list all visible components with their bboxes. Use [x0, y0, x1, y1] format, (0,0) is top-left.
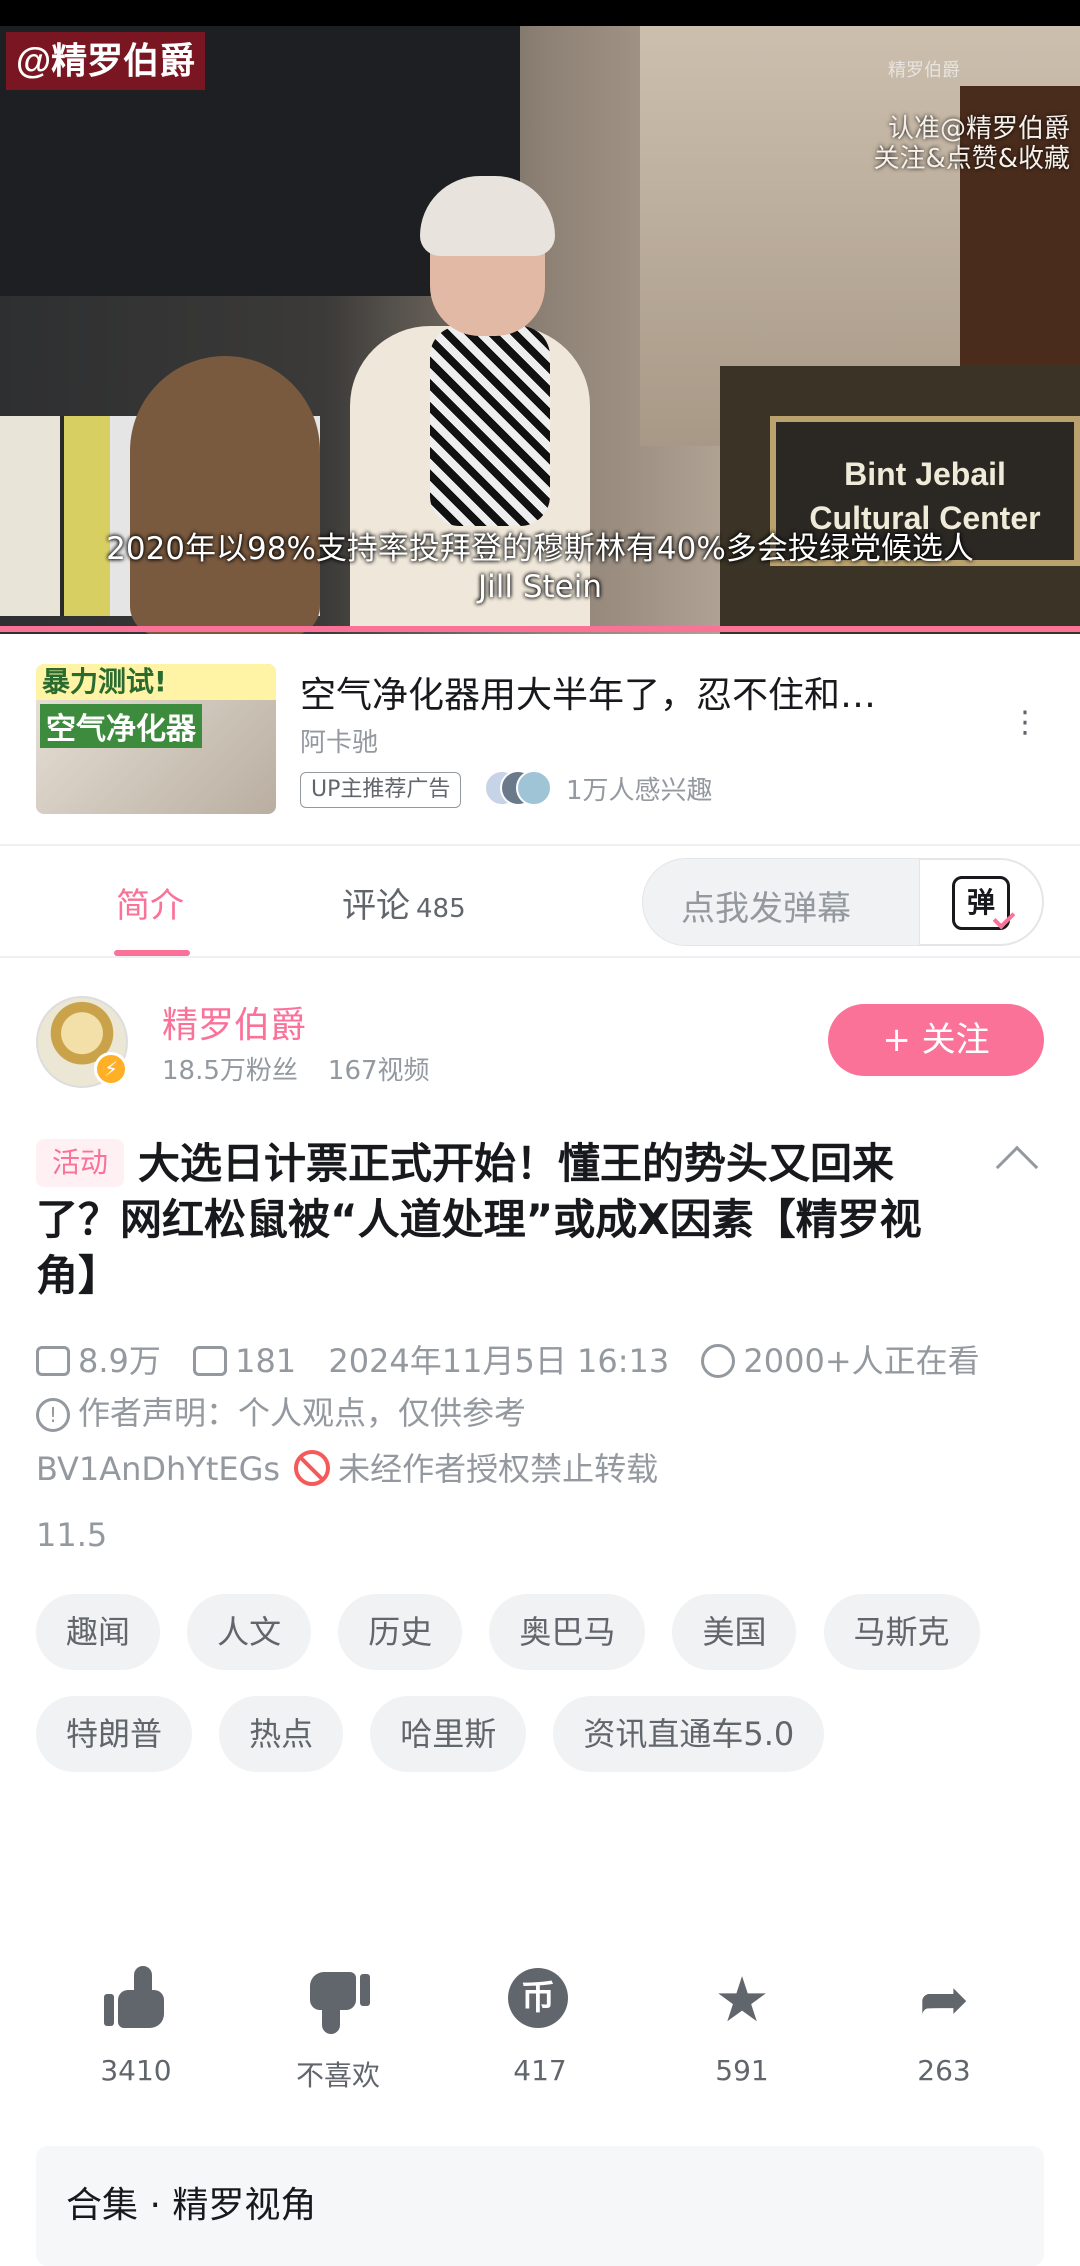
danmaku-toggle-button[interactable]: 弹	[919, 859, 1043, 945]
avatar	[516, 770, 552, 806]
tag-chip[interactable]: 美国	[672, 1594, 797, 1670]
ad-title[interactable]: 空气净化器用大半年了，忍不住和…	[300, 666, 876, 718]
ad-interest-count: 1万人感兴趣	[566, 776, 713, 806]
declaration-text: 作者声明：个人观点，仅供参考	[78, 1394, 527, 1432]
tab-comments-label: 评论	[342, 886, 410, 926]
tab-bar: 简介 评论 485 点我发弹幕 弹	[0, 846, 1080, 958]
video-subtitle-line-2: Jill Stein	[478, 569, 602, 605]
video-subtitle: 2020年以98%支持率投拜登的穆斯林有40%多会投绿党候选人 Jill Ste…	[0, 530, 1080, 606]
coin-button[interactable]: 币 417	[470, 1968, 610, 2087]
video-meta: 8.9万 181 2024年11月5日 16:13 2000+人正在看	[36, 1336, 980, 1382]
action-bar: 3410 不喜欢 币 417 ★ 591 ➦ 263	[36, 1963, 1046, 2098]
star-icon: ★	[714, 1963, 770, 2036]
share-icon: ➦	[918, 1965, 970, 2035]
tag-chip[interactable]: 特朗普	[36, 1696, 193, 1772]
tag-chip[interactable]: 趣闻	[36, 1594, 161, 1670]
author-name[interactable]: 精罗伯爵	[162, 996, 306, 1048]
watching-count: 2000+人正在看	[743, 1342, 980, 1380]
status-bar	[0, 0, 1080, 26]
tag-chip[interactable]: 热点	[219, 1696, 344, 1772]
tag-list: 趣闻 人文 历史 奥巴马 美国 马斯克 特朗普 热点 哈里斯 资讯直通车5.0	[36, 1594, 1046, 1798]
view-count: 8.9万	[78, 1342, 161, 1380]
coin-icon: 币	[508, 1968, 572, 2032]
author-videos: 167视频	[327, 1056, 430, 1086]
video-watermark: @精罗伯爵	[6, 32, 206, 90]
ad-author[interactable]: 阿卡驰	[300, 722, 378, 759]
tab-active-indicator	[114, 950, 190, 956]
more-options-icon[interactable]: ⋮	[1010, 708, 1040, 738]
video-watermark-line-1: 认准@精罗伯爵	[887, 114, 1070, 144]
author-fans: 18.5万粉丝	[162, 1056, 298, 1086]
tag-chip[interactable]: 人文	[187, 1594, 312, 1670]
version-text: 11.5	[36, 1516, 108, 1554]
video-title-text: 大选日计票正式开始！懂王的势头又回来了？网红松鼠被“人道处理”或成X因素【精罗视…	[36, 1139, 922, 1300]
share-button[interactable]: ➦ 263	[874, 1968, 1014, 2087]
danmaku-input[interactable]: 点我发弹幕 弹	[642, 858, 1044, 946]
bv-row: BV1AnDhYtEGs 未经作者授权禁止转载	[36, 1444, 658, 1490]
like-button[interactable]: 3410	[66, 1966, 206, 2087]
ad-card[interactable]: 暴力测试! 空气净化器 空气净化器用大半年了，忍不住和… 阿卡驰 UP主推荐广告…	[0, 634, 1080, 844]
video-watermark-line-2: 关注&点赞&收藏	[873, 144, 1070, 174]
tag-chip[interactable]: 哈里斯	[370, 1696, 527, 1772]
author-stats: 18.5万粉丝 167视频	[162, 1050, 460, 1087]
video-watermark-top-right: 精罗伯爵	[888, 60, 960, 81]
video-progress-bar[interactable]	[0, 626, 1080, 632]
lightning-icon: ⚡	[94, 1052, 128, 1086]
author-declaration: ! 作者声明：个人观点，仅供参考	[36, 1388, 526, 1434]
ad-thumb-text-2: 空气净化器	[40, 704, 202, 748]
activity-badge[interactable]: 活动	[36, 1138, 125, 1187]
ad-interest-avatars	[484, 770, 554, 810]
ad-thumbnail[interactable]: 暴力测试! 空气净化器	[36, 664, 276, 814]
video-subtitle-line-1: 2020年以98%支持率投拜登的穆斯林有40%多会投绿党候选人	[106, 531, 974, 567]
tab-intro[interactable]: 简介	[116, 878, 184, 927]
video-progress-fill	[0, 626, 1080, 632]
dislike-button[interactable]: 不喜欢	[268, 1968, 408, 2094]
tag-chip[interactable]: 资讯直通车5.0	[553, 1696, 825, 1772]
tag-chip[interactable]: 马斯克	[823, 1594, 980, 1670]
tag-chip[interactable]: 历史	[338, 1594, 463, 1670]
play-icon	[36, 1346, 70, 1376]
bvid[interactable]: BV1AnDhYtEGs	[36, 1450, 280, 1488]
coin-count: 417	[513, 2054, 567, 2087]
people-icon	[701, 1344, 736, 1378]
collection-card[interactable]: 合集 · 精罗视角	[36, 2146, 1044, 2266]
dislike-label: 不喜欢	[295, 2059, 380, 2092]
follow-button[interactable]: + 关注	[828, 1004, 1044, 1076]
info-icon: !	[36, 1398, 70, 1432]
danmaku-count-icon	[193, 1346, 228, 1376]
video-sign-line-1: Bint Jebail	[844, 456, 1006, 492]
no-repost-text: 未经作者授权禁止转载	[338, 1450, 659, 1488]
like-count: 3410	[100, 2054, 172, 2087]
tab-comments-count: 485	[416, 894, 466, 924]
favorite-count: 591	[715, 2054, 769, 2087]
chevron-up-icon[interactable]	[995, 1145, 1039, 1189]
collection-label: 合集 · 精罗视角	[66, 2185, 317, 2226]
thumbs-down-icon	[306, 1968, 370, 2032]
no-repost-icon	[294, 1450, 331, 1486]
thumbs-up-icon	[104, 1966, 168, 2032]
tab-comments[interactable]: 评论 485	[342, 878, 466, 927]
ad-tag: UP主推荐广告	[300, 772, 462, 808]
publish-datetime: 2024年11月5日 16:13	[328, 1342, 670, 1380]
share-count: 263	[917, 2054, 971, 2087]
danmaku-count: 181	[235, 1342, 297, 1380]
video-speaker-scarf	[430, 326, 550, 526]
favorite-button[interactable]: ★ 591	[672, 1963, 812, 2088]
ad-thumb-text-1: 暴力测试!	[36, 664, 276, 700]
tag-chip[interactable]: 奥巴马	[489, 1594, 646, 1670]
video-player[interactable]: Bint Jebail Cultural Center @精罗伯爵 精罗伯爵 认…	[0, 26, 1080, 634]
video-title: 活动 大选日计票正式开始！懂王的势头又回来了？网红松鼠被“人道处理”或成X因素【精…	[36, 1136, 976, 1304]
video-watermark-right: 认准@精罗伯爵 关注&点赞&收藏	[873, 114, 1070, 174]
danmaku-placeholder: 点我发弹幕	[681, 889, 851, 929]
